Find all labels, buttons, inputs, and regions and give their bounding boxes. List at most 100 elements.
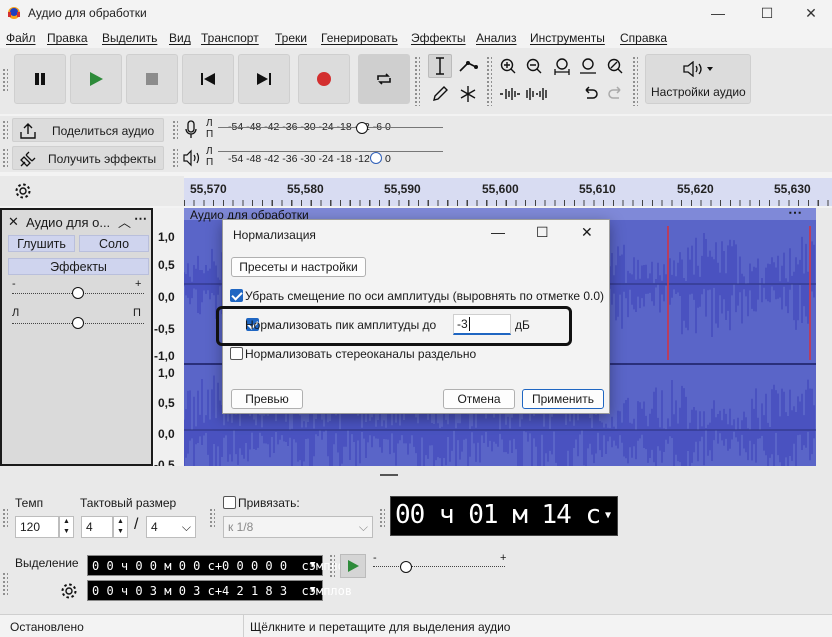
zoom-out-button[interactable] bbox=[522, 54, 546, 78]
zoom-in-button[interactable] bbox=[496, 54, 520, 78]
ruler-tick-label: 55,620 bbox=[677, 182, 714, 196]
peak-value-input[interactable]: -3 bbox=[453, 314, 511, 335]
menu-effects[interactable]: Эффекты bbox=[411, 31, 466, 45]
remove-dc-checkbox[interactable] bbox=[230, 289, 243, 302]
dialog-maximize-button[interactable]: ☐ bbox=[536, 224, 549, 241]
gear-icon[interactable] bbox=[60, 582, 78, 600]
dialog-close-button[interactable]: ✕ bbox=[581, 224, 593, 241]
presets-button[interactable]: Пресеты и настройки bbox=[231, 257, 366, 277]
dropdown-icon[interactable]: ▼ bbox=[310, 585, 315, 595]
undo-button[interactable] bbox=[578, 82, 602, 106]
play-meter-track bbox=[218, 151, 443, 152]
speaker-icon[interactable] bbox=[182, 149, 202, 167]
zoom-toggle-button[interactable] bbox=[602, 54, 626, 78]
toolbar-grip[interactable] bbox=[414, 56, 420, 106]
track-menu-icon[interactable]: ⋯ bbox=[134, 211, 147, 227]
snap-select[interactable]: к 1/8 ⌵ bbox=[223, 516, 373, 538]
gain-slider[interactable] bbox=[72, 287, 84, 299]
menu-generate[interactable]: Генерировать bbox=[321, 31, 398, 45]
snap-checkbox[interactable] bbox=[223, 496, 236, 509]
play-level-slider[interactable] bbox=[369, 152, 382, 164]
record-channel-labels: Л П bbox=[206, 118, 214, 140]
time-format-dropdown-icon[interactable]: ▼ bbox=[605, 510, 611, 521]
close-track-icon[interactable]: ✕ bbox=[8, 214, 19, 230]
fit-project-button[interactable] bbox=[576, 54, 600, 78]
menu-analyze[interactable]: Анализ bbox=[476, 31, 517, 45]
envelope-tool[interactable] bbox=[456, 54, 480, 78]
stereo-checkbox[interactable] bbox=[230, 347, 243, 360]
toolbar-grip[interactable] bbox=[172, 148, 178, 168]
collapse-track-icon[interactable]: ︿ bbox=[118, 212, 131, 231]
menu-transport[interactable]: Транспорт bbox=[201, 31, 259, 45]
time-sig-denominator[interactable]: 4 ⌵ bbox=[146, 516, 196, 538]
toolbar-grip[interactable] bbox=[2, 120, 8, 140]
maximize-button[interactable]: ☐ bbox=[744, 0, 790, 26]
time-sig-numerator[interactable]: 4 bbox=[81, 516, 113, 538]
time-sig-spinner[interactable]: ▲ ▼ bbox=[113, 516, 128, 538]
effects-button[interactable]: Эффекты bbox=[8, 258, 149, 275]
menu-edit[interactable]: Правка bbox=[47, 31, 88, 45]
playback-speed-slider[interactable] bbox=[400, 561, 412, 573]
mute-button[interactable]: Глушить bbox=[8, 235, 75, 252]
record-button[interactable] bbox=[298, 54, 350, 104]
selection-start-field[interactable]: 0 0 ч 0 0 м 0 0 с+0 0 0 0 0 сэмплов ▼ bbox=[87, 555, 352, 576]
close-button[interactable]: ✕ bbox=[788, 0, 832, 26]
menu-select[interactable]: Выделить bbox=[102, 31, 157, 45]
share-audio-button[interactable]: Поделиться аудио bbox=[12, 118, 164, 142]
dropdown-icon[interactable]: ▼ bbox=[310, 560, 315, 570]
pause-button[interactable] bbox=[14, 54, 66, 104]
menu-view[interactable]: Вид bbox=[169, 31, 191, 45]
toolbar-grip[interactable] bbox=[379, 508, 385, 528]
multi-tool[interactable] bbox=[456, 82, 480, 106]
tempo-input[interactable]: 120 bbox=[15, 516, 59, 538]
loop-button[interactable] bbox=[358, 54, 410, 104]
selection-tool[interactable] bbox=[428, 54, 452, 78]
minimize-button[interactable]: — bbox=[695, 0, 741, 26]
splitter-handle[interactable] bbox=[380, 474, 398, 476]
skip-start-button[interactable] bbox=[182, 54, 234, 104]
vertical-scrollbar[interactable] bbox=[816, 208, 832, 466]
time-display-value: 00 ч 01 м 14 с bbox=[395, 500, 601, 530]
trim-button[interactable] bbox=[498, 82, 522, 106]
cancel-button[interactable]: Отмена bbox=[443, 389, 515, 409]
tempo-spinner[interactable]: ▲ ▼ bbox=[59, 516, 74, 538]
time-display[interactable]: 00 ч 01 м 14 с ▼ bbox=[390, 496, 618, 536]
toolbar-grip[interactable] bbox=[2, 572, 8, 596]
stop-button[interactable] bbox=[126, 54, 178, 104]
skip-end-button[interactable] bbox=[238, 54, 290, 104]
toolbar-grip[interactable] bbox=[632, 56, 638, 106]
toolbar-grip[interactable] bbox=[2, 148, 8, 168]
ruler-tick-label: 55,590 bbox=[384, 182, 421, 196]
fit-selection-button[interactable] bbox=[550, 54, 574, 78]
gear-icon[interactable] bbox=[14, 182, 32, 200]
menu-help[interactable]: Справка bbox=[620, 31, 667, 45]
toolbar-grip[interactable] bbox=[486, 56, 492, 106]
solo-button[interactable]: Соло bbox=[79, 235, 149, 252]
get-effects-button[interactable]: Получить эффекты bbox=[12, 146, 164, 170]
track-name[interactable]: Аудио для о... bbox=[26, 215, 110, 230]
toolbar-grip[interactable] bbox=[2, 68, 8, 92]
apply-button[interactable]: Применить bbox=[522, 389, 604, 409]
silence-button[interactable] bbox=[524, 82, 548, 106]
play-button[interactable] bbox=[70, 54, 122, 104]
snap-value: к 1/8 bbox=[228, 520, 254, 534]
menu-tracks[interactable]: Треки bbox=[275, 31, 307, 45]
selection-end-field[interactable]: 0 0 ч 0 3 м 0 3 с+4 2 1 8 3 сэмплов ▼ bbox=[87, 580, 352, 601]
panel-splitter[interactable] bbox=[0, 466, 832, 478]
redo-button[interactable] bbox=[604, 82, 628, 106]
preview-button[interactable]: Превью bbox=[231, 389, 303, 409]
toolbar-grip[interactable] bbox=[209, 508, 215, 528]
audio-settings-button[interactable]: Настройки аудио bbox=[645, 54, 751, 104]
toolbar-grip[interactable] bbox=[172, 120, 178, 140]
pan-slider[interactable] bbox=[72, 317, 84, 329]
timeline-ruler[interactable]: 55,570 55,580 55,590 55,600 55,610 55,62… bbox=[184, 178, 832, 206]
menu-tools[interactable]: Инструменты bbox=[530, 31, 605, 45]
toolbar-grip[interactable] bbox=[329, 554, 335, 578]
toolbar-grip[interactable] bbox=[2, 508, 8, 528]
microphone-icon[interactable] bbox=[184, 120, 198, 140]
play-at-speed-button[interactable] bbox=[340, 554, 366, 578]
record-level-slider[interactable] bbox=[356, 122, 368, 134]
menu-file[interactable]: Файл bbox=[6, 31, 36, 45]
draw-tool[interactable] bbox=[428, 82, 452, 106]
dialog-minimize-button[interactable]: — bbox=[491, 224, 505, 240]
